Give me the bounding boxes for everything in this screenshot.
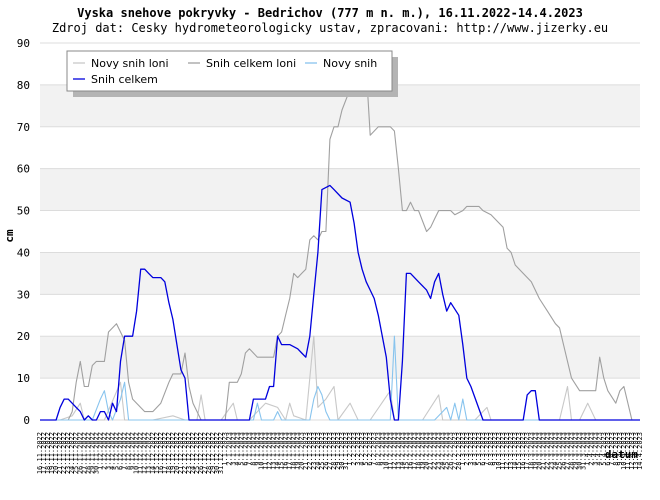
x-tick-labels: 16.11.202217.11.202218.11.202219.11.2022… [36,432,644,474]
legend-label: Snih celkem loni [206,57,296,70]
y-axis-label: cm [3,229,16,243]
legend-label: Snih celkem [91,73,158,86]
plot-background-bands [40,43,640,420]
y-tick-label: 40 [17,246,30,259]
y-tick-label: 30 [17,288,30,301]
y-tick-label: 50 [17,205,30,218]
y-tick-label: 80 [17,79,30,92]
y-tick-labels: 0 10 20 30 40 50 60 70 80 90 [17,37,30,427]
y-tick-label: 20 [17,330,30,343]
plot-band [40,126,640,169]
snow-depth-chart: Vyska snehove pokryvky - Bedrichov (777 … [3,6,644,474]
plot-band [40,378,640,420]
legend-label: Novy snih loni [91,57,169,70]
y-tick-label: 90 [17,37,30,50]
y-tick-label: 70 [17,121,30,134]
plot-band [40,210,640,253]
legend: Novy snih loni Snih celkem loni Novy snih S… [66,50,398,97]
y-tick-label: 0 [23,414,30,427]
y-tick-label: 60 [17,163,30,176]
chart-subtitle: Zdroj dat: Cesky hydrometeorologicky ust… [52,21,608,35]
plot-band [40,252,640,295]
plot-band [40,336,640,379]
x-axis-label: datum [605,448,638,461]
y-tick-label: 10 [17,372,30,385]
plot-band [40,168,640,211]
legend-label: Novy snih [323,57,377,70]
chart-title: Vyska snehove pokryvky - Bedrichov (777 … [77,6,583,20]
